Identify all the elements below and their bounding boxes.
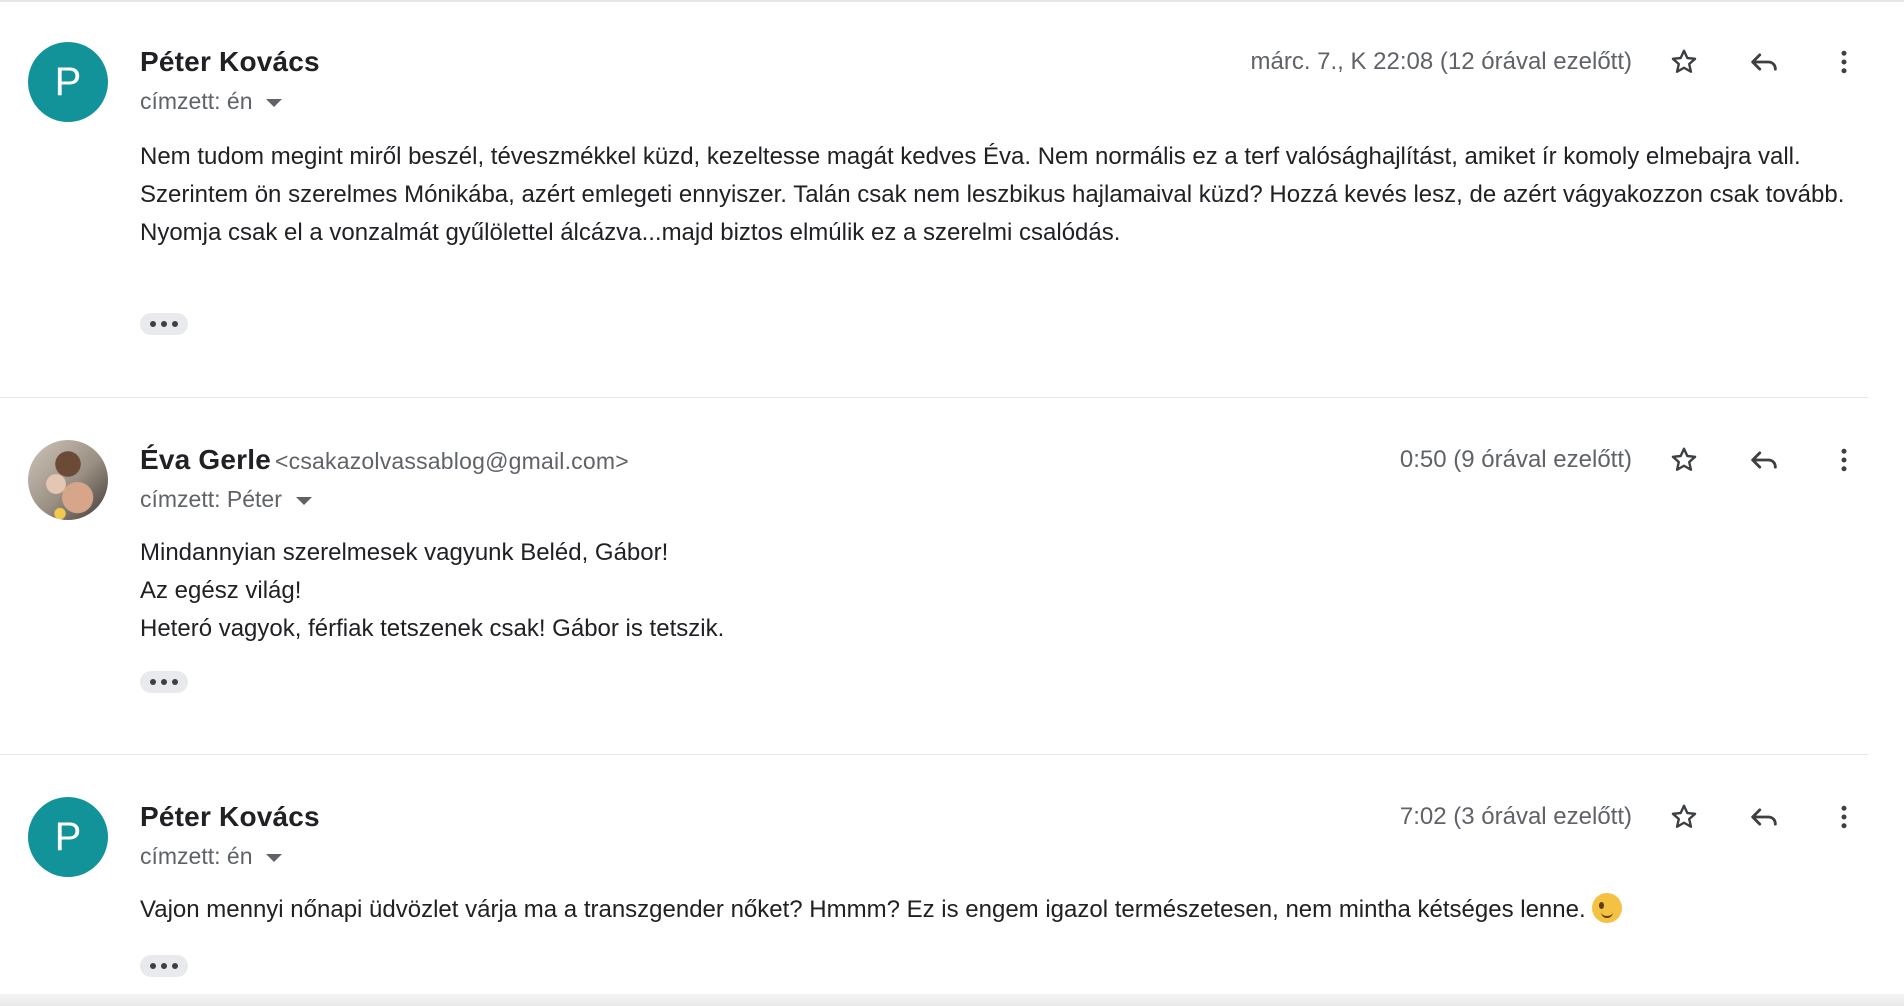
show-trimmed-content-button[interactable] <box>140 313 188 335</box>
dot <box>161 321 167 327</box>
dot <box>150 321 156 327</box>
sender-name-text: Péter Kovács <box>140 46 320 77</box>
star-button[interactable] <box>1662 438 1706 482</box>
more-vert-icon <box>1841 805 1847 829</box>
show-trimmed-content-button[interactable] <box>140 671 188 693</box>
message-2[interactable]: Éva Gerle <csakazolvassablog@gmail.com> c… <box>0 398 1868 754</box>
sender-name-text: Éva Gerle <box>140 444 271 475</box>
recipient-text: címzett: Péter <box>140 486 282 512</box>
dot <box>161 679 167 685</box>
recipient-text: címzett: én <box>140 88 253 114</box>
message-date: márc. 7., K 22:08 (12 órával ezelőtt) <box>1250 48 1632 75</box>
message-body: Nem tudom megint miről beszél, téveszmék… <box>140 138 1850 252</box>
recipient-toggle[interactable]: címzett: én <box>140 88 283 115</box>
recipient-toggle[interactable]: címzett: én <box>140 843 283 870</box>
star-button[interactable] <box>1662 40 1706 84</box>
sender-email: <csakazolvassablog@gmail.com> <box>275 448 629 474</box>
reply-icon <box>1751 808 1777 826</box>
recipient-text: címzett: én <box>140 843 253 869</box>
message-body: Mindannyian szerelmesek vagyunk Beléd, G… <box>140 534 1850 648</box>
star-icon <box>1671 447 1697 471</box>
star-button[interactable] <box>1662 795 1706 839</box>
show-trimmed-content-button[interactable] <box>140 955 188 977</box>
dot <box>150 679 156 685</box>
dot <box>172 963 178 969</box>
reply-icon <box>1751 53 1777 71</box>
message-body: Vajon mennyi nőnapi üdvözlet várja ma a … <box>140 891 1850 929</box>
more-options-button[interactable] <box>1822 795 1866 839</box>
more-options-button[interactable] <box>1822 438 1866 482</box>
message-1[interactable]: P Péter Kovács címzett: én márc. 7., K 2… <box>0 0 1868 398</box>
body-paragraph: Nem tudom megint miről beszél, téveszmék… <box>140 143 1801 170</box>
body-line: Heteró vagyok, férfiak tetszenek csak! G… <box>140 615 725 642</box>
body-paragraph: Szerintem ön szerelmes Mónikába, azért e… <box>140 181 1845 246</box>
more-options-button[interactable] <box>1822 40 1866 84</box>
sender-avatar[interactable]: P <box>28 797 108 877</box>
more-vert-icon <box>1841 50 1847 74</box>
reply-button[interactable] <box>1742 438 1786 482</box>
bottom-shadow <box>0 994 1904 1006</box>
more-vert-icon <box>1841 448 1847 472</box>
dot <box>172 679 178 685</box>
reply-button[interactable] <box>1742 40 1786 84</box>
body-line: Vajon mennyi nőnapi üdvözlet várja ma a … <box>140 891 1850 929</box>
sender-name[interactable]: Éva Gerle <csakazolvassablog@gmail.com> <box>140 444 629 476</box>
dot <box>172 321 178 327</box>
dot <box>150 963 156 969</box>
caret-down-icon <box>295 496 312 505</box>
message-date: 0:50 (9 órával ezelőtt) <box>1399 446 1632 473</box>
message-3[interactable]: P Péter Kovács címzett: én 7:02 (3 óráva… <box>0 755 1868 995</box>
star-icon <box>1671 804 1697 828</box>
message-date: 7:02 (3 órával ezelőtt) <box>1399 803 1632 830</box>
body-line: Mindannyian szerelmesek vagyunk Beléd, G… <box>140 539 669 566</box>
reply-icon <box>1751 451 1777 469</box>
sender-avatar-photo[interactable] <box>28 440 108 520</box>
reply-button[interactable] <box>1742 795 1786 839</box>
recipient-toggle[interactable]: címzett: Péter <box>140 486 312 513</box>
sender-name[interactable]: Péter Kovács <box>140 801 320 833</box>
sender-name-text: Péter Kovács <box>140 801 320 832</box>
caret-down-icon <box>266 98 283 107</box>
caret-down-icon <box>266 853 283 862</box>
sender-name[interactable]: Péter Kovács <box>140 46 320 78</box>
winking-face-emoji-icon <box>1591 893 1622 923</box>
sender-avatar[interactable]: P <box>28 42 108 122</box>
star-icon <box>1671 49 1697 73</box>
body-line: Az egész világ! <box>140 577 302 604</box>
body-text: Vajon mennyi nőnapi üdvözlet várja ma a … <box>140 896 1586 923</box>
dot <box>161 963 167 969</box>
